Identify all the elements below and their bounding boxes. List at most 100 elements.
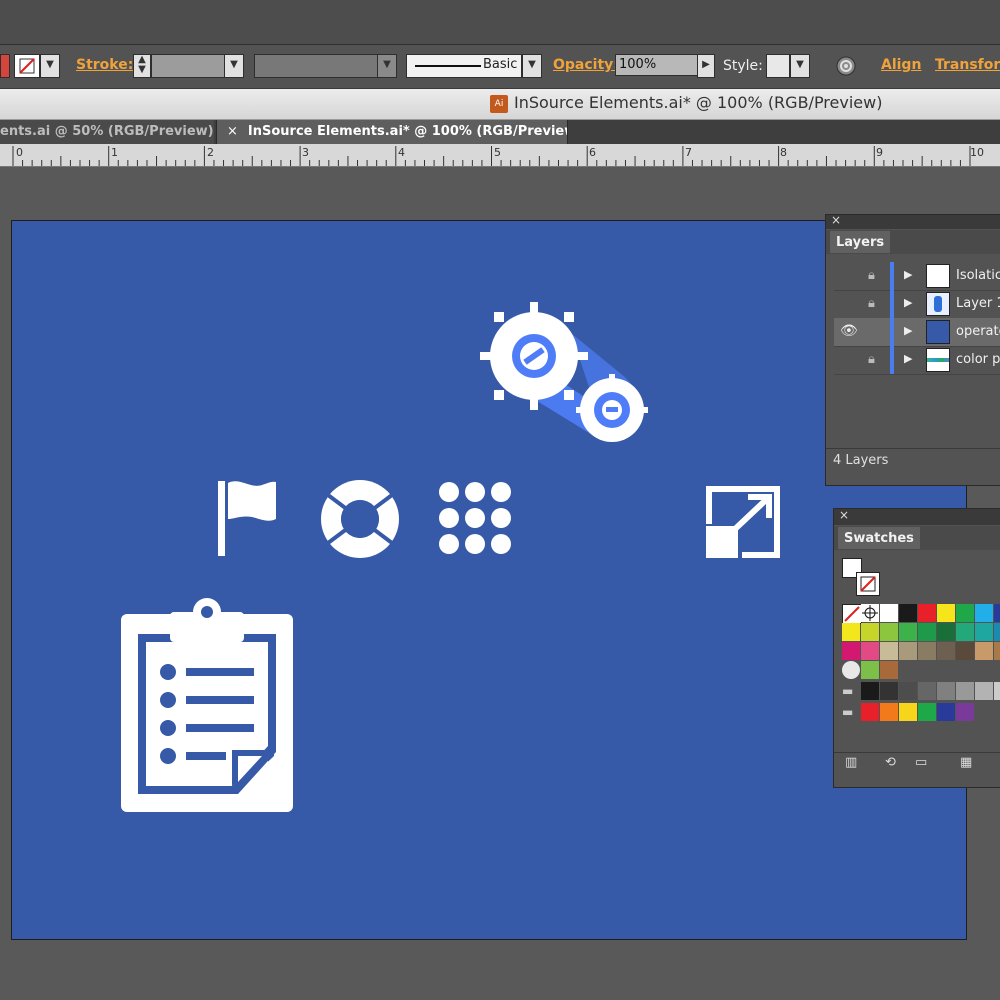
lock-icon[interactable]: 🔒︎ <box>868 268 875 283</box>
grid-menu-icon[interactable] <box>438 481 514 557</box>
tab-inactive-document[interactable]: ents.ai @ 50% (RGB/Preview) <box>0 120 214 144</box>
expand-icon[interactable] <box>704 484 782 560</box>
swatch[interactable] <box>956 623 974 641</box>
swatch[interactable] <box>937 642 955 660</box>
swatch[interactable] <box>956 703 974 721</box>
stroke-weight-dropdown[interactable]: ▼ <box>224 54 244 78</box>
expand-triangle-icon[interactable]: ▶ <box>904 352 912 365</box>
swatch-options-icon[interactable]: ▦ <box>960 755 972 770</box>
opacity-arrow[interactable]: ▶ <box>697 54 715 78</box>
swatch-pattern[interactable] <box>861 661 879 679</box>
graphic-style-swatch[interactable] <box>766 54 790 78</box>
swatch[interactable] <box>956 604 974 622</box>
gears-icon[interactable] <box>476 298 652 450</box>
swatch[interactable] <box>937 682 955 700</box>
close-panel-icon[interactable]: × <box>831 213 841 227</box>
variable-width-profile[interactable] <box>254 54 378 78</box>
swatch[interactable] <box>861 642 879 660</box>
swatch-none[interactable] <box>842 604 862 624</box>
swatch[interactable] <box>956 682 974 700</box>
swatch-kind-icon[interactable]: ▭ <box>915 755 927 770</box>
swatch[interactable] <box>994 642 1000 660</box>
swatch[interactable] <box>880 604 898 622</box>
swatch-pattern[interactable] <box>880 661 898 679</box>
stroke-swatch[interactable] <box>14 54 40 78</box>
swatch-pattern[interactable] <box>842 661 860 679</box>
swatch-group-folder-icon[interactable]: ▬ <box>842 703 860 721</box>
swatch[interactable] <box>880 623 898 641</box>
swatch[interactable] <box>899 682 917 700</box>
swatch[interactable] <box>899 604 917 622</box>
stroke-weight-stepper[interactable]: ▲ ▼ <box>133 54 151 78</box>
stroke-weight-input[interactable] <box>151 54 225 78</box>
stroke-swatch-dropdown[interactable]: ▼ <box>40 54 60 78</box>
swatch[interactable] <box>937 623 955 641</box>
tab-layers[interactable]: Layers <box>830 231 890 253</box>
swatch[interactable] <box>918 623 936 641</box>
transform-link[interactable]: Transform <box>935 57 1000 73</box>
swatch[interactable] <box>975 682 993 700</box>
tab-active-document[interactable]: × InSource Elements.ai* @ 100% (RGB/Previ… <box>216 120 568 144</box>
variable-width-dropdown[interactable]: ▼ <box>377 54 397 78</box>
lock-icon[interactable]: 🔒︎ <box>868 296 875 311</box>
swatch[interactable] <box>880 682 898 700</box>
brush-dropdown[interactable]: ▼ <box>522 54 542 78</box>
layer-name[interactable]: color p <box>956 352 1000 367</box>
swatch[interactable] <box>918 642 936 660</box>
expand-triangle-icon[interactable]: ▶ <box>904 268 912 281</box>
stroke-label[interactable]: Stroke: <box>76 57 133 73</box>
brush-definition[interactable]: Basic <box>406 54 522 78</box>
stroke-indicator[interactable] <box>856 572 880 596</box>
swatch[interactable] <box>937 703 955 721</box>
clipboard-icon[interactable] <box>120 596 294 814</box>
align-link[interactable]: Align <box>881 57 921 73</box>
layer-row-isolation[interactable]: 🔒︎ ▶ Isolatic <box>834 262 1000 291</box>
swatch[interactable] <box>975 623 993 641</box>
swatch[interactable] <box>842 642 860 660</box>
swatch[interactable] <box>861 623 879 641</box>
swatch[interactable] <box>880 642 898 660</box>
swatch[interactable] <box>918 604 936 622</box>
swatch[interactable] <box>861 682 879 700</box>
swatch-grid[interactable]: ▬ ▬ <box>840 604 1000 724</box>
flag-icon[interactable] <box>216 479 278 557</box>
swatch[interactable] <box>880 703 898 721</box>
swatch[interactable] <box>861 703 879 721</box>
layer-row-color[interactable]: 🔒︎ ▶ color p <box>834 346 1000 375</box>
lock-icon[interactable]: 🔒︎ <box>868 352 875 367</box>
layer-name[interactable]: Layer 1 <box>956 296 1000 311</box>
expand-triangle-icon[interactable]: ▶ <box>904 296 912 309</box>
swatch[interactable] <box>842 623 860 641</box>
swatch[interactable] <box>899 642 917 660</box>
opacity-input[interactable]: 100% <box>615 54 698 76</box>
swatch-registration[interactable] <box>861 604 879 622</box>
close-panel-icon[interactable]: × <box>839 508 849 522</box>
lifebuoy-icon[interactable] <box>320 479 400 559</box>
fill-swatch[interactable] <box>0 54 10 78</box>
layer-row-layer1[interactable]: 🔒︎ ▶ Layer 1 <box>834 290 1000 319</box>
swatch[interactable] <box>918 703 936 721</box>
swatch[interactable] <box>899 703 917 721</box>
swatch[interactable] <box>918 682 936 700</box>
share-swatch-icon[interactable]: ⟲ <box>885 755 896 770</box>
tab-swatches[interactable]: Swatches <box>838 527 920 549</box>
swatch[interactable] <box>956 642 974 660</box>
swatch[interactable] <box>975 604 993 622</box>
close-tab-icon[interactable]: × <box>227 124 238 139</box>
eye-visibility-icon[interactable]: 👁︎ <box>840 323 858 339</box>
swatch[interactable] <box>994 623 1000 641</box>
layer-name[interactable]: Isolatic <box>956 268 1000 283</box>
swatch[interactable] <box>937 604 955 622</box>
recolor-artwork-icon[interactable] <box>834 54 858 78</box>
layer-row-operate[interactable]: 👁︎ ▶ operate <box>834 318 1000 347</box>
opacity-label[interactable]: Opacity: <box>553 57 619 73</box>
swatch-libraries-icon[interactable]: ▥ <box>845 755 857 770</box>
graphic-style-dropdown[interactable]: ▼ <box>790 54 810 78</box>
swatch-group-folder-icon[interactable]: ▬ <box>842 682 860 700</box>
swatch[interactable] <box>994 604 1000 622</box>
swatch[interactable] <box>899 623 917 641</box>
swatch[interactable] <box>994 682 1000 700</box>
layer-name[interactable]: operate <box>956 324 1000 339</box>
swatch[interactable] <box>975 642 993 660</box>
expand-triangle-icon[interactable]: ▶ <box>904 324 912 337</box>
